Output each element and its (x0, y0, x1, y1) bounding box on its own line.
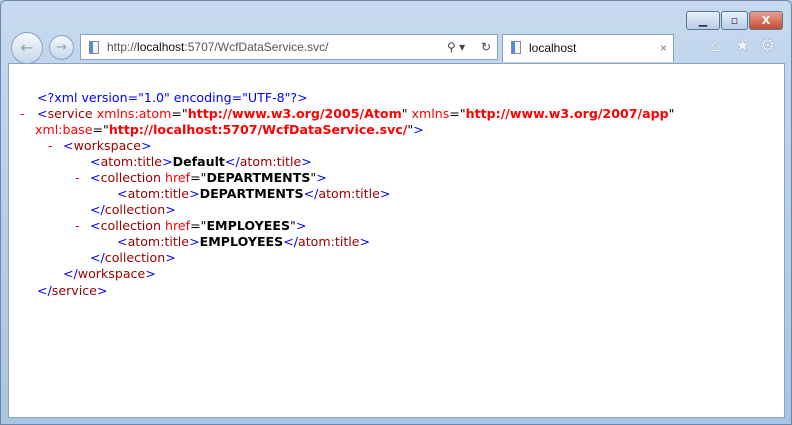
xml-token: > (162, 154, 173, 169)
page-icon (89, 41, 99, 54)
collection-employees-open: - <collection href="EMPLOYEES"> (75, 218, 307, 234)
workspace-close: </workspace> (63, 266, 156, 282)
xml-token: collection (100, 218, 161, 233)
xml-token: > (140, 138, 152, 153)
address-bar[interactable]: http://localhost:5707/WcfDataService.svc… (80, 34, 498, 60)
xml-token: > (295, 218, 307, 233)
xml-token: < (117, 186, 128, 201)
url-path: :5707/WcfDataService.svc/ (184, 40, 329, 54)
xml-token: > (379, 186, 391, 201)
back-button[interactable]: ← (11, 32, 43, 64)
xml-token: </ (90, 202, 105, 217)
xml-token: EMPLOYEES (199, 234, 284, 249)
xml-token: collection (104, 250, 166, 265)
xml-token: service (47, 106, 93, 121)
xml-token: DEPARTMENTS (206, 170, 311, 185)
xml-token: atom:title (127, 234, 190, 249)
forward-button[interactable]: → (49, 35, 74, 60)
tab-title: localhost (529, 41, 577, 55)
service-close: </service> (37, 283, 107, 299)
workspace-open: - <workspace> (48, 138, 152, 154)
xml-token: > (145, 266, 156, 281)
xml-token: xmlns (411, 106, 450, 121)
xml-token: http://www.w3.org/2007/app (465, 106, 669, 121)
service-base: xml:base="http://localhost:5707/WcfDataS… (35, 122, 424, 138)
xml-token: > (413, 122, 424, 137)
home-icon[interactable]: ⌂ (710, 36, 721, 56)
xml-token: " (401, 106, 408, 121)
xml-token: atom:title (298, 234, 360, 249)
xml-token: atom:title (239, 154, 302, 169)
xml-token: > (165, 202, 176, 217)
search-dropdown-icon[interactable]: ⚲ ▾ (447, 35, 465, 59)
xml-token: < (90, 170, 101, 185)
xml-token: collection (104, 202, 166, 217)
service-open: - <service xmlns:atom="http://www.w3.org/… (20, 106, 675, 122)
xml-token: = (171, 106, 182, 121)
xml-token: > (165, 250, 176, 265)
xml-token: < (90, 218, 101, 233)
xml-token: workspace (73, 138, 141, 153)
collapse-toggle[interactable]: - (75, 218, 80, 234)
xml-token: > (189, 234, 200, 249)
xml-token: </ (224, 154, 240, 169)
maximize-button[interactable]: ▫ (721, 11, 748, 30)
xml-token: </ (37, 283, 52, 298)
xml-token: http://localhost:5707/WcfDataService.svc… (108, 122, 408, 137)
tab-close-icon[interactable]: × (660, 35, 667, 61)
xml-token: EMPLOYEES (206, 218, 291, 233)
xml-token: > (96, 283, 108, 298)
xml-token: > (316, 170, 327, 185)
xml-token: = (190, 170, 201, 185)
xml-token: </ (283, 234, 299, 249)
xml-token: </ (63, 266, 78, 281)
xml-token: = (190, 218, 201, 233)
xml-token: href (165, 218, 191, 233)
xml-token: = (92, 122, 104, 137)
xml-token: Default (172, 154, 225, 169)
close-button[interactable]: X (749, 11, 783, 30)
xml-token: <?xml version="1.0" encoding="UTF-8"?> (37, 90, 308, 105)
xml-token: < (90, 154, 101, 169)
employees-title: <atom:title>EMPLOYEES</atom:title> (117, 234, 370, 250)
collection-close: </collection> (90, 250, 176, 266)
collapse-toggle[interactable]: - (20, 106, 25, 122)
url-host: localhost (137, 40, 185, 54)
settings-icon[interactable]: ⚙ (760, 36, 775, 56)
xml-token: " (668, 106, 675, 121)
collection-departments-open: - <collection href="DEPARTMENTS"> (75, 170, 327, 186)
xml-token: service (51, 283, 97, 298)
xml-token: atom:title (318, 186, 380, 201)
xml-token: < (37, 106, 48, 121)
xml-token: atom:title (127, 186, 190, 201)
xml-declaration: <?xml version="1.0" encoding="UTF-8"?> (37, 90, 308, 106)
collection-close: </collection> (90, 202, 176, 218)
collapse-toggle[interactable]: - (48, 138, 53, 154)
xml-token: > (189, 186, 200, 201)
favorites-icon[interactable]: ★ (735, 36, 750, 56)
xml-token: atom:title (100, 154, 163, 169)
tab-localhost[interactable]: localhost × (502, 34, 674, 62)
departments-title: <atom:title>DEPARTMENTS</atom:title> (117, 186, 390, 202)
minimize-button[interactable]: ▁ (686, 11, 720, 30)
xml-token: collection (100, 170, 161, 185)
xml-token: workspace (77, 266, 146, 281)
refresh-icon[interactable]: ↻ (481, 35, 491, 59)
xml-token: xmlns:atom (96, 106, 172, 121)
page-icon (511, 41, 521, 54)
xml-token: </ (90, 250, 105, 265)
xml-token: > (359, 234, 371, 249)
xml-token: DEPARTMENTS (199, 186, 304, 201)
xml-token: href (165, 170, 191, 185)
workspace-title: <atom:title>Default</atom:title> (90, 154, 312, 170)
xml-token: http://www.w3.org/2005/Atom (187, 106, 402, 121)
url-scheme: http:// (107, 40, 138, 54)
xml-token: < (63, 138, 74, 153)
collapse-toggle[interactable]: - (75, 170, 80, 186)
xml-token: </ (303, 186, 319, 201)
xml-token: < (117, 234, 128, 249)
xml-token: = (449, 106, 460, 121)
xml-token: > (301, 154, 312, 169)
xml-token: xml:base (35, 122, 93, 137)
